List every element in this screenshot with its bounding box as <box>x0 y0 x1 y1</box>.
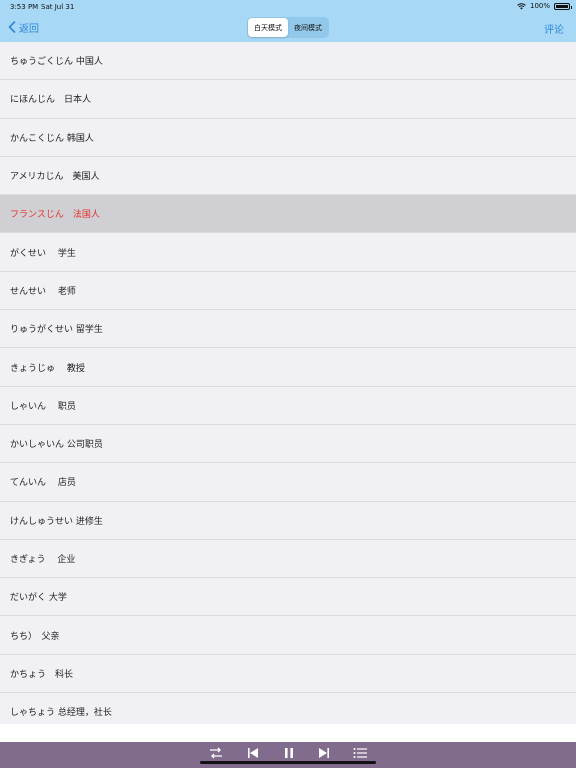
back-label: 返回 <box>19 23 39 35</box>
pause-button[interactable] <box>281 746 297 760</box>
vocabulary-list: ちゅうごくじん 中国人 にほんじん 日本人 かんこくじん 韩国人 アメリカじん 美国人… <box>0 42 576 724</box>
day-mode-tab[interactable]: 白天模式 <box>248 18 288 37</box>
list-item[interactable]: だいがく 大学 <box>0 578 576 617</box>
list-item[interactable]: ちゅうごくじん 中国人 <box>0 42 576 81</box>
back-button[interactable]: 返回 <box>8 20 39 35</box>
playlist-icon <box>353 748 367 758</box>
list-item[interactable]: しゃちょう 总经理，社长 <box>0 693 576 724</box>
list-item[interactable]: かいしゃいん 公司职员 <box>0 425 576 464</box>
playlist-button[interactable] <box>352 746 368 760</box>
repeat-button[interactable] <box>208 746 224 760</box>
navigation-bar: 3:53 PM Sat Jul 31 100% 返回 白天模式 夜间模式 评论 <box>0 0 576 42</box>
next-button[interactable] <box>316 746 332 760</box>
pause-icon <box>285 748 293 758</box>
list-item[interactable]: がくせい 学生 <box>0 233 576 272</box>
list-item[interactable]: かんこくじん 韩国人 <box>0 119 576 157</box>
night-mode-tab[interactable]: 夜间模式 <box>288 18 328 37</box>
list-item[interactable]: きぎょう 企业 <box>0 540 576 579</box>
audio-player-bar <box>0 742 576 768</box>
list-item[interactable]: りゅうがくせい 留学生 <box>0 310 576 349</box>
list-item[interactable]: けんしゅうせい 进修生 <box>0 502 576 540</box>
home-indicator <box>200 761 376 764</box>
mode-segmented-control: 白天模式 夜间模式 <box>247 17 329 38</box>
list-item[interactable]: かちょう 科长 <box>0 655 576 694</box>
previous-button[interactable] <box>245 746 261 760</box>
list-item[interactable]: きょうじゅ 教授 <box>0 348 576 387</box>
list-item[interactable]: アメリカじん 美国人 <box>0 157 576 196</box>
status-bar: 3:53 PM Sat Jul 31 100% <box>0 0 576 14</box>
list-footer-gap <box>0 724 576 742</box>
repeat-icon <box>210 747 222 759</box>
comment-button[interactable]: 评论 <box>544 21 564 36</box>
status-time: 3:53 PM <box>10 3 39 11</box>
list-item[interactable]: せんせい 老师 <box>0 272 576 311</box>
battery-icon <box>554 2 572 10</box>
list-item[interactable]: フランスじん 法国人 <box>0 195 576 234</box>
status-right: 100% <box>517 2 572 10</box>
status-date: Sat Jul 31 <box>41 3 75 11</box>
wifi-icon <box>517 2 526 9</box>
next-icon <box>319 748 329 758</box>
battery-percent: 100% <box>529 2 550 10</box>
previous-icon <box>248 748 258 758</box>
chevron-left-icon <box>8 21 16 33</box>
list-item[interactable]: ちち） 父亲 <box>0 616 576 655</box>
list-item[interactable]: しゃいん 职员 <box>0 387 576 425</box>
list-item[interactable]: てんいん 店员 <box>0 463 576 502</box>
list-item[interactable]: にほんじん 日本人 <box>0 80 576 119</box>
